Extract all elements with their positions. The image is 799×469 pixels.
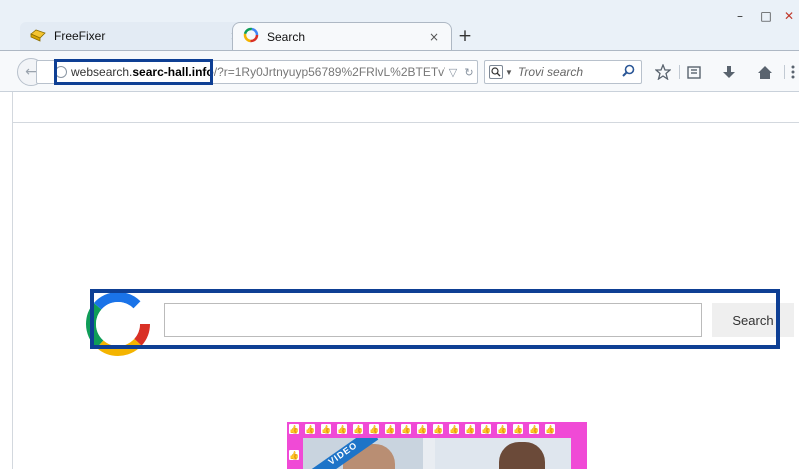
title-bar: – □ ✕ FreeFixer × Search × + (0, 0, 799, 50)
home-icon[interactable] (754, 61, 776, 83)
overflow-menu-icon[interactable] (788, 61, 798, 83)
engine-dropdown-icon[interactable]: ▼ (505, 68, 513, 77)
like-strip-left: 👍 (289, 450, 299, 460)
search-ring-icon (243, 27, 259, 46)
like-icon: 👍 (305, 424, 315, 434)
url-path: /?r=1Ry0Jrtnyuyp56789%2FRlvL%2BTETvVx0 (213, 65, 445, 79)
minimize-button[interactable]: – (727, 6, 753, 26)
bookmarks-toolbar (12, 92, 799, 123)
url-highlight-box (54, 59, 213, 85)
close-tab-icon[interactable]: × (427, 30, 441, 44)
ad-face-right (499, 442, 545, 469)
like-icon: 👍 (385, 424, 395, 434)
like-icon: 👍 (529, 424, 539, 434)
like-icon: 👍 (481, 424, 491, 434)
video-ad-banner[interactable]: 👍 👍 👍 👍 👍 👍 👍 👍 👍 👍 👍 👍 👍 👍 👍 👍 👍 👍 VIDEO (287, 422, 587, 469)
tab-freefixer[interactable]: FreeFixer × (20, 22, 252, 50)
tab-label: FreeFixer (54, 29, 106, 43)
star-icon[interactable] (652, 61, 674, 83)
bookmarks-icon[interactable] (683, 61, 705, 83)
like-icon: 👍 (433, 424, 443, 434)
magnifier-icon[interactable] (622, 64, 635, 81)
like-icon: 👍 (337, 424, 347, 434)
content-border (12, 92, 13, 469)
like-icon: 👍 (417, 424, 427, 434)
new-tab-button[interactable]: + (456, 27, 474, 45)
tab-search[interactable]: Search × (232, 22, 452, 50)
tab-label: Search (267, 29, 306, 44)
like-icon: 👍 (465, 424, 475, 434)
like-icon: 👍 (289, 450, 299, 460)
like-icon: 👍 (401, 424, 411, 434)
search-placeholder[interactable]: Trovi search (518, 65, 622, 79)
reload-icon[interactable]: ↻ (461, 66, 477, 79)
download-icon[interactable] (718, 61, 740, 83)
like-icon: 👍 (353, 424, 363, 434)
like-icon: 👍 (449, 424, 459, 434)
toolbar-separator (784, 65, 785, 79)
search-highlight-box (90, 289, 780, 349)
like-icon: 👍 (369, 424, 379, 434)
web-search-box[interactable]: ▼ Trovi search (484, 60, 642, 84)
dropdown-arrow-icon[interactable]: ▽ (445, 66, 461, 79)
like-icon: 👍 (545, 424, 555, 434)
trovi-icon[interactable] (489, 65, 503, 79)
like-icon: 👍 (289, 424, 299, 434)
freefixer-icon (30, 28, 46, 45)
like-icon: 👍 (321, 424, 331, 434)
close-window-button[interactable]: ✕ (779, 6, 799, 26)
ad-photo: VIDEO (303, 438, 571, 469)
window-controls: – □ ✕ (727, 6, 799, 26)
maximize-button[interactable]: □ (753, 6, 779, 26)
like-strip-top: 👍 👍 👍 👍 👍 👍 👍 👍 👍 👍 👍 👍 👍 👍 👍 👍 👍 (289, 424, 555, 434)
like-icon: 👍 (497, 424, 507, 434)
like-icon: 👍 (513, 424, 523, 434)
toolbar-separator (679, 65, 680, 79)
